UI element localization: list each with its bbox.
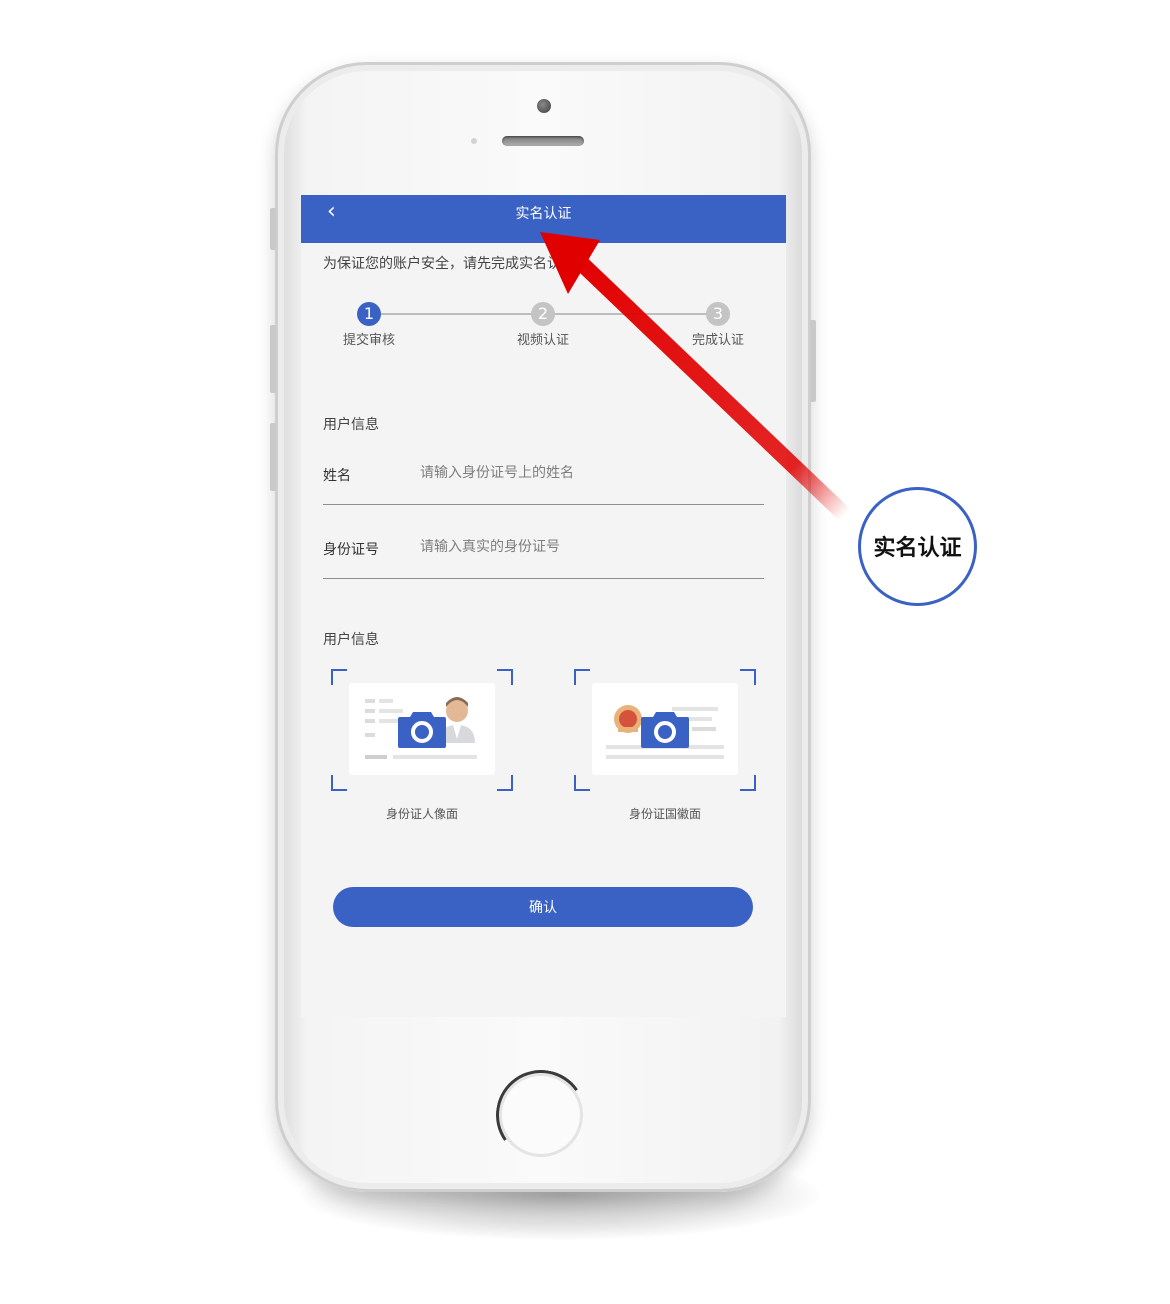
step-3-circle: 3 <box>706 302 730 326</box>
home-button[interactable] <box>499 1073 583 1157</box>
front-camera <box>537 99 551 113</box>
id-number-label: 身份证号 <box>323 542 379 558</box>
frame-corner <box>497 669 513 685</box>
id-number-divider <box>323 578 764 579</box>
frame-corner <box>574 775 590 791</box>
step-2-circle: 2 <box>531 302 555 326</box>
phone-screen: ‹ 实名认证 为保证您的账户安全，请先完成实名认证 1 提交审核 2 视频认证 … <box>301 195 786 1017</box>
step-2-label: 视频认证 <box>516 333 569 348</box>
step-1-label: 提交审核 <box>342 333 395 348</box>
id-back-label: 身份证国徽面 <box>628 807 701 821</box>
callout-badge: 实名认证 <box>858 487 977 606</box>
photo-section-title: 用户信息 <box>323 632 379 648</box>
volume-down-button <box>270 423 276 491</box>
confirm-button[interactable]: 确认 <box>333 887 753 927</box>
frame-corner <box>574 669 590 685</box>
volume-up-button <box>270 325 276 393</box>
earpiece-speaker <box>502 136 584 146</box>
frame-corner <box>740 669 756 685</box>
id-front-label: 身份证人像面 <box>385 807 458 821</box>
mute-switch <box>270 208 276 250</box>
camera-icon <box>641 712 689 748</box>
frame-corner <box>331 669 347 685</box>
proximity-sensor <box>471 138 477 144</box>
frame-corner <box>740 775 756 791</box>
security-notice: 为保证您的账户安全，请先完成实名认证 <box>323 256 575 272</box>
name-input[interactable] <box>420 465 590 481</box>
id-back-upload[interactable] <box>574 669 756 791</box>
frame-corner <box>331 775 347 791</box>
id-number-input[interactable] <box>420 539 590 555</box>
id-front-upload[interactable] <box>331 669 513 791</box>
page-title: 实名认证 <box>515 206 572 222</box>
step-3-label: 完成认证 <box>691 333 744 348</box>
name-divider <box>323 504 764 505</box>
user-info-title: 用户信息 <box>323 417 379 433</box>
navbar: ‹ 实名认证 <box>301 195 786 243</box>
camera-icon <box>398 712 446 748</box>
callout-text: 实名认证 <box>873 536 962 561</box>
step-1-circle: 1 <box>357 302 381 326</box>
name-label: 姓名 <box>323 468 351 484</box>
power-button <box>810 320 816 402</box>
frame-corner <box>497 775 513 791</box>
